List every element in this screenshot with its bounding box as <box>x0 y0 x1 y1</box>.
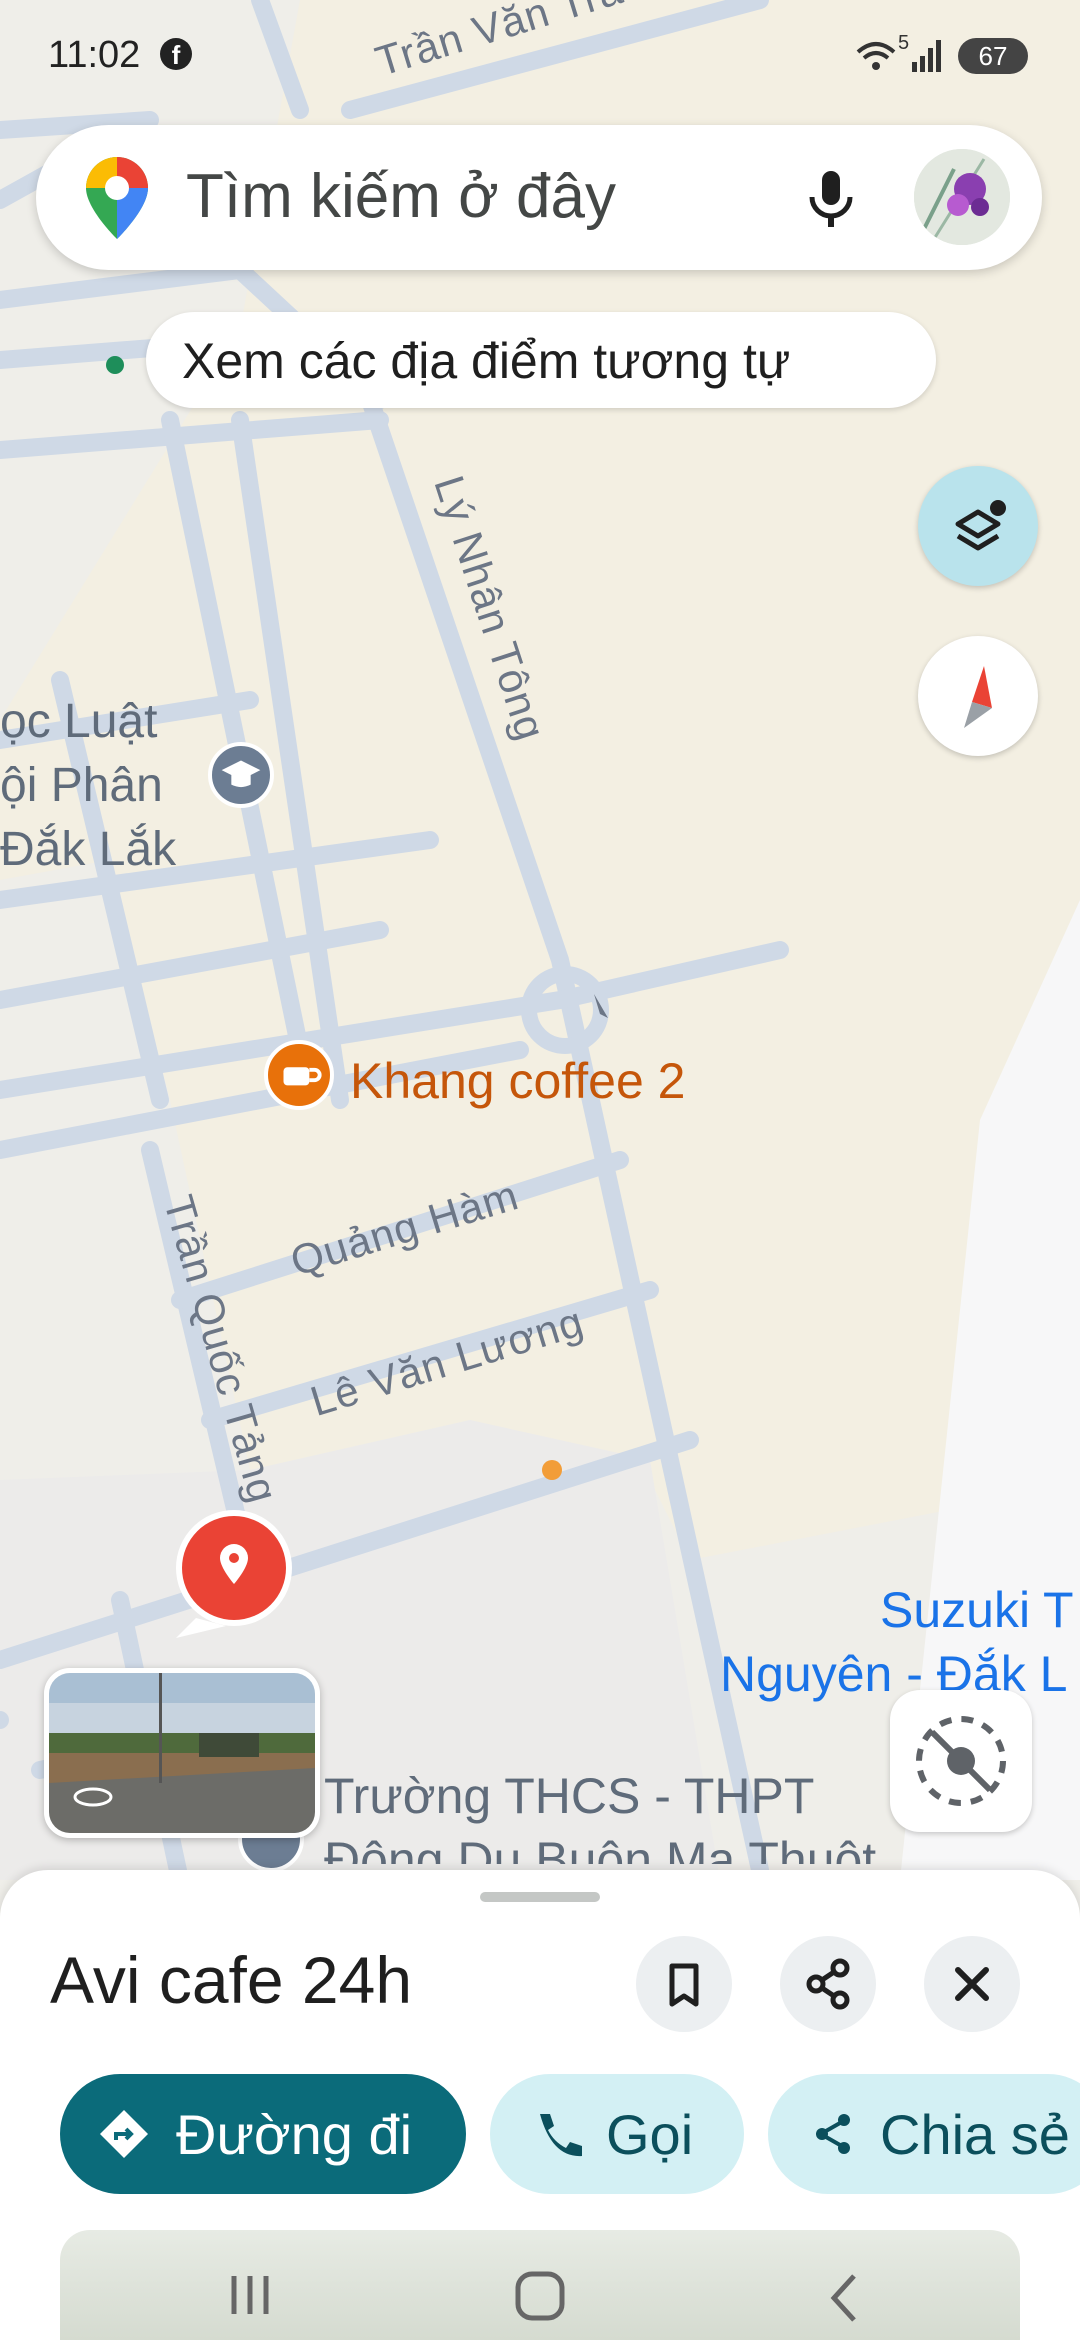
place-label-line: ội Phân <box>0 759 163 812</box>
call-label: Gọi <box>606 2103 694 2166</box>
directions-label: Đường đi <box>176 2103 413 2166</box>
directions-button[interactable]: Đường đi <box>60 2074 466 2194</box>
status-bar: 11:02 f 5 67 <box>0 0 1080 110</box>
place-label-cafe[interactable]: Khang coffee 2 <box>350 1052 685 1110</box>
chip-label: Xem các địa điểm tương tự <box>182 333 791 389</box>
sheet-drag-handle[interactable] <box>480 1892 600 1902</box>
network-type: 5 <box>898 32 910 54</box>
my-location-button[interactable] <box>890 1690 1032 1832</box>
selected-place-pin-icon[interactable] <box>176 1508 296 1638</box>
home-icon <box>515 2271 565 2321</box>
save-button[interactable] <box>636 1936 732 2032</box>
status-time: 11:02 <box>48 34 141 76</box>
similar-places-chip[interactable]: Xem các địa điểm tương tự <box>146 312 936 408</box>
facebook-notification-icon: f <box>160 38 192 70</box>
place-label-school2[interactable]: Trường THCS - THPT Đông Du Buôn Ma Thuột <box>324 1764 876 1864</box>
place-label-line: ọc Luật <box>0 695 158 748</box>
close-button[interactable] <box>924 1936 1020 2032</box>
call-button[interactable]: Gọi <box>490 2074 744 2194</box>
share-icon <box>816 2114 850 2154</box>
locate-off-icon <box>916 1716 1006 1806</box>
bookmark-icon <box>669 1963 699 2007</box>
live-dot-icon <box>106 356 124 374</box>
share-label: Chia sẻ <box>880 2103 1070 2166</box>
mic-icon[interactable] <box>796 163 866 233</box>
place-label-suzuki[interactable]: Suzuki T Nguyên - Đắk L <box>720 1578 1080 1706</box>
search-input[interactable]: Tìm kiếm ở đây <box>186 161 616 232</box>
battery-indicator: 67 <box>958 38 1028 74</box>
cafe-pin-icon[interactable] <box>264 1040 334 1110</box>
share-icon <box>806 1958 850 2010</box>
school-icon[interactable] <box>208 742 274 808</box>
place-label-line: Đắk Lắk <box>0 823 177 876</box>
street-view-thumbnail[interactable] <box>44 1668 320 1838</box>
close-icon <box>955 1967 989 2001</box>
search-bar[interactable]: Tìm kiếm ở đây <box>36 125 1042 270</box>
share-action-button[interactable]: Chia sẻ <box>768 2074 1080 2194</box>
back-icon <box>830 2274 856 2322</box>
place-label-line: Trường THCS - THPT <box>324 1768 815 1824</box>
place-label-school[interactable]: ọc Luật ội Phân Đắk Lắk <box>0 690 176 882</box>
street-view-360-icon <box>71 1783 115 1811</box>
place-title: Avi cafe 24h <box>50 1943 413 2017</box>
layers-button[interactable] <box>918 466 1038 586</box>
photo-strip[interactable] <box>60 2230 1020 2340</box>
place-label-line: Đông Du Buôn Ma Thuột <box>324 1832 877 1864</box>
recent-apps-button[interactable] <box>220 2270 280 2320</box>
directions-icon <box>100 2110 148 2158</box>
maps-pin-icon <box>82 153 152 243</box>
layers-icon <box>955 500 1006 551</box>
compass-icon <box>964 666 992 728</box>
compass-button[interactable] <box>918 636 1038 756</box>
share-button[interactable] <box>780 1936 876 2032</box>
place-label-line: Suzuki T <box>880 1582 1074 1638</box>
signal-wifi-icon: 5 <box>854 32 944 84</box>
phone-icon <box>540 2114 582 2157</box>
back-button[interactable] <box>820 2270 870 2326</box>
avatar[interactable] <box>914 149 1010 245</box>
recents-icon <box>231 2276 269 2314</box>
home-button[interactable] <box>510 2268 570 2324</box>
